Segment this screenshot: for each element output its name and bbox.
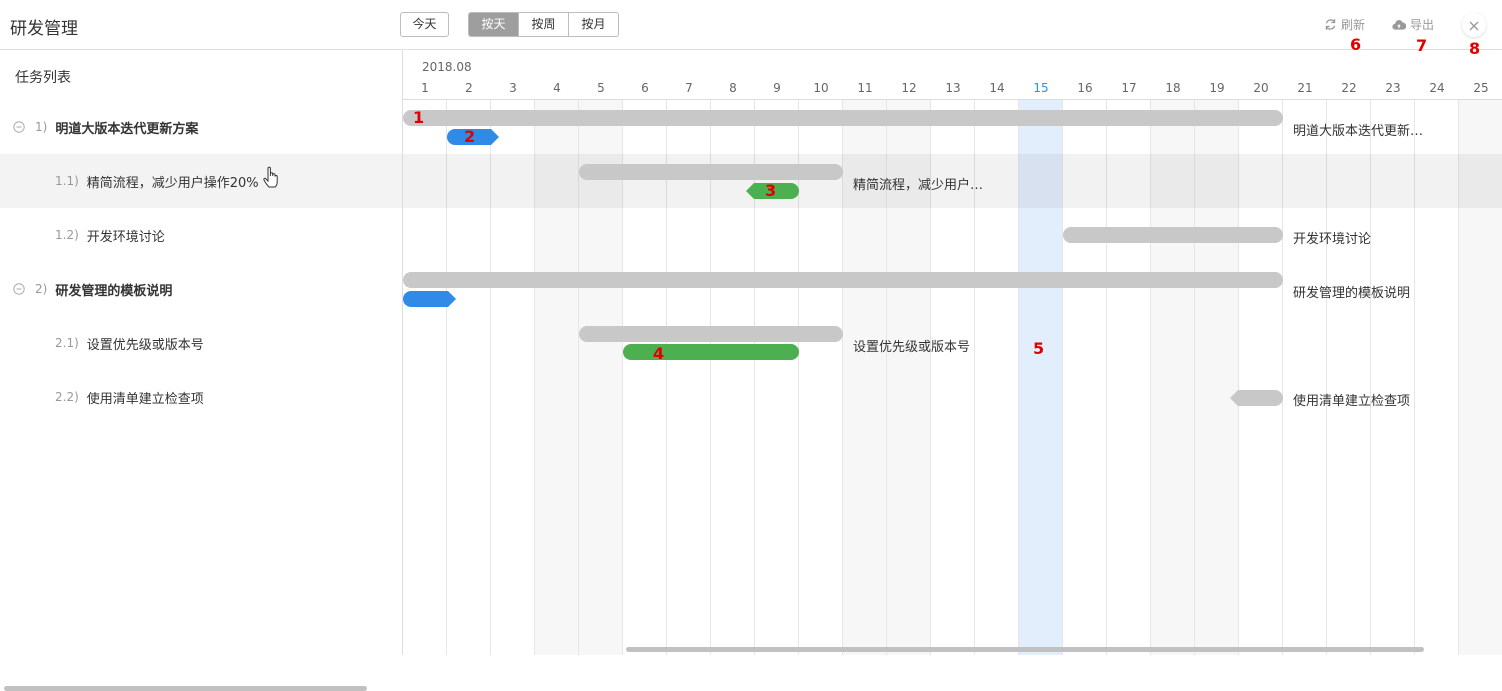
- task-bar[interactable]: [403, 272, 1283, 288]
- month-label: 2018.08: [422, 60, 472, 74]
- collapse-icon[interactable]: [13, 283, 25, 295]
- annotation-marker: 4: [653, 344, 665, 363]
- day-label: 1: [421, 81, 429, 95]
- day-label: 13: [945, 81, 961, 95]
- task-row[interactable]: 2.1) 设置优先级或版本号: [0, 316, 402, 370]
- day-label: 10: [813, 81, 829, 95]
- bar-label: 精简流程，减少用户…: [853, 178, 984, 193]
- task-number: 1.1): [55, 174, 79, 188]
- bar-label: 开发环境讨论: [1293, 232, 1372, 247]
- day-label: 14: [989, 81, 1005, 95]
- day-label: 23: [1385, 81, 1401, 95]
- day-label: 25: [1473, 81, 1489, 95]
- timeline-header: 2018.08 1 2 3 4 5 6 7 8 9 10 11 12 13 14 15 16 17 18 19 20 2…: [403, 50, 1502, 100]
- task-row[interactable]: 1.1) 精简流程，减少用户操作20%: [0, 154, 402, 208]
- task-name: 明道大版本迭代更新方案: [55, 121, 199, 137]
- task-row[interactable]: 2.2) 使用清单建立检查项: [0, 370, 402, 424]
- task-number: 2.2): [55, 390, 79, 404]
- refresh-label: 刷新: [1341, 18, 1366, 32]
- day-label: 2: [465, 81, 473, 95]
- annotation-marker: 8: [1469, 39, 1481, 58]
- task-name: 精简流程，减少用户操作20%: [86, 175, 259, 191]
- day-label: 4: [553, 81, 561, 95]
- task-bar[interactable]: [579, 326, 843, 342]
- close-button[interactable]: [1462, 13, 1486, 37]
- task-number: 1): [35, 120, 48, 134]
- view-day-button[interactable]: 按天: [469, 13, 519, 36]
- bar-label: 设置优先级或版本号: [853, 340, 971, 355]
- gantt-chart: 2018.08 1 2 3 4 5 6 7 8 9 10 11 12 13 14 15 16 17 18 19 20 2…: [403, 50, 1502, 655]
- close-icon: [1469, 16, 1479, 35]
- bar-label: 明道大版本迭代更新…: [1293, 124, 1424, 139]
- task-list-title: 任务列表: [15, 70, 71, 86]
- export-label: 导出: [1410, 18, 1435, 32]
- export-button[interactable]: 导出: [1392, 16, 1434, 33]
- task-name: 开发环境讨论: [86, 229, 165, 245]
- day-label: 6: [641, 81, 649, 95]
- annotation-marker: 2: [464, 127, 476, 146]
- task-name: 研发管理的模板说明: [55, 283, 173, 299]
- cloud-upload-icon: [1392, 19, 1406, 31]
- day-label: 15: [1033, 81, 1049, 95]
- day-label: 3: [509, 81, 517, 95]
- day-label: 20: [1253, 81, 1269, 95]
- task-name: 设置优先级或版本号: [86, 337, 204, 353]
- page-title: 研发管理: [10, 19, 78, 39]
- task-number: 1.2): [55, 228, 79, 242]
- refresh-icon: [1324, 18, 1337, 31]
- day-label: 7: [685, 81, 693, 95]
- day-label: 9: [773, 81, 781, 95]
- annotation-marker: 7: [1416, 36, 1428, 55]
- day-label: 16: [1077, 81, 1093, 95]
- progress-bar-green[interactable]: [623, 344, 799, 360]
- view-switcher: 按天 按周 按月: [468, 12, 619, 37]
- annotation-marker: 3: [765, 181, 777, 200]
- refresh-button[interactable]: 刷新: [1324, 16, 1365, 33]
- task-name: 使用清单建立检查项: [86, 391, 204, 407]
- task-number: 2.1): [55, 336, 79, 350]
- day-label: 5: [597, 81, 605, 95]
- collapse-icon[interactable]: [13, 121, 25, 133]
- bar-label: 研发管理的模板说明: [1293, 286, 1411, 301]
- annotation-marker: 6: [1350, 35, 1362, 54]
- day-label: 17: [1121, 81, 1137, 95]
- day-label: 18: [1165, 81, 1181, 95]
- task-bar[interactable]: [1063, 227, 1283, 243]
- task-bar[interactable]: [579, 164, 843, 180]
- view-month-button[interactable]: 按月: [569, 13, 618, 36]
- task-row[interactable]: 1.2) 开发环境讨论: [0, 208, 402, 262]
- day-label: 12: [901, 81, 917, 95]
- day-label: 22: [1341, 81, 1357, 95]
- task-number: 2): [35, 282, 48, 296]
- hand-cursor-icon: [263, 166, 278, 188]
- task-list-scrollbar[interactable]: [4, 686, 367, 691]
- task-bar[interactable]: [1229, 389, 1284, 407]
- day-label: 19: [1209, 81, 1225, 95]
- task-row[interactable]: 1) 明道大版本迭代更新方案: [0, 100, 402, 154]
- task-list-panel: 任务列表 1) 明道大版本迭代更新方案 1.1) 精简流程，减少用户操作20% …: [0, 50, 403, 691]
- day-label: 24: [1429, 81, 1445, 95]
- today-button[interactable]: 今天: [400, 12, 449, 37]
- bar-label: 使用清单建立检查项: [1293, 394, 1411, 409]
- header-bar: 研发管理 今天 按天 按周 按月 刷新 导出: [0, 0, 1502, 50]
- task-bar[interactable]: [403, 110, 1283, 126]
- timeline-scrollbar[interactable]: [626, 647, 1424, 652]
- view-week-button[interactable]: 按周: [519, 13, 569, 36]
- annotation-marker: 5: [1033, 339, 1045, 358]
- task-row[interactable]: 2) 研发管理的模板说明: [0, 262, 402, 316]
- day-label: 8: [729, 81, 737, 95]
- progress-bar-blue[interactable]: [403, 290, 457, 308]
- day-label: 11: [857, 81, 873, 95]
- annotation-marker: 1: [413, 108, 425, 127]
- day-label: 21: [1297, 81, 1313, 95]
